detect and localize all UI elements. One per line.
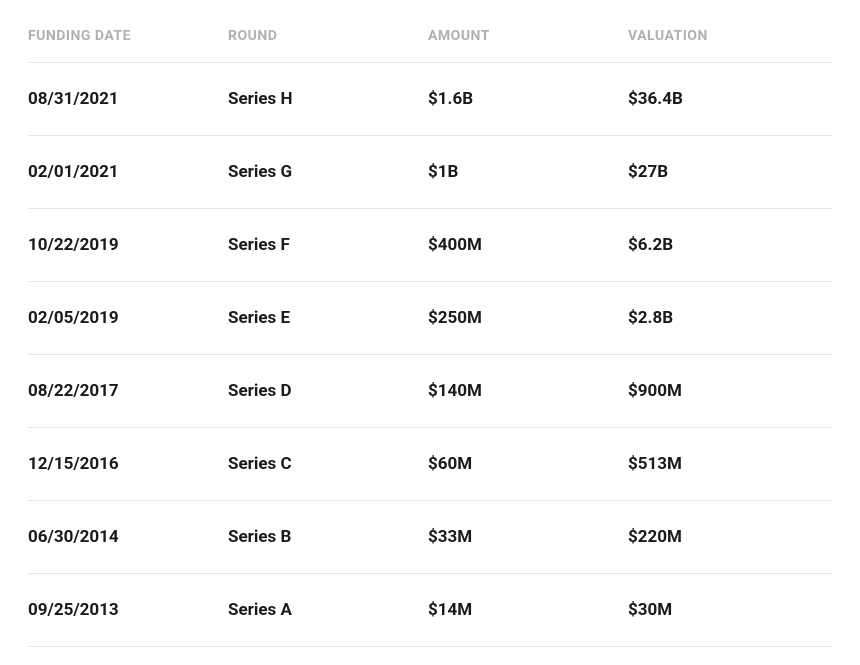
cell-valuation: $36.4B [628, 89, 832, 109]
cell-amount: $1B [428, 162, 628, 182]
cell-round: Series A [228, 600, 428, 620]
header-round: ROUND [228, 28, 428, 44]
cell-valuation: $513M [628, 454, 832, 474]
cell-valuation: $900M [628, 381, 832, 401]
header-valuation: VALUATION [628, 28, 832, 44]
cell-round: Series D [228, 381, 428, 401]
table-row: 06/30/2014 Series B $33M $220M [28, 501, 832, 574]
table-row: 08/31/2021 Series H $1.6B $36.4B [28, 63, 832, 136]
cell-funding-date: 06/30/2014 [28, 527, 228, 547]
header-amount: AMOUNT [428, 28, 628, 44]
table-row: 02/01/2021 Series G $1B $27B [28, 136, 832, 209]
cell-round: Series E [228, 308, 428, 328]
cell-valuation: $220M [628, 527, 832, 547]
cell-round: Series B [228, 527, 428, 547]
cell-round: Series G [228, 162, 428, 182]
cell-funding-date: 02/01/2021 [28, 162, 228, 182]
table-row: 12/15/2016 Series C $60M $513M [28, 428, 832, 501]
cell-amount: $250M [428, 308, 628, 328]
cell-valuation: $6.2B [628, 235, 832, 255]
table-row: 02/05/2019 Series E $250M $2.8B [28, 282, 832, 355]
cell-round: Series F [228, 235, 428, 255]
table-row: 10/22/2019 Series F $400M $6.2B [28, 209, 832, 282]
cell-amount: $140M [428, 381, 628, 401]
cell-funding-date: 12/15/2016 [28, 454, 228, 474]
cell-valuation: $27B [628, 162, 832, 182]
cell-valuation: $30M [628, 600, 832, 620]
cell-valuation: $2.8B [628, 308, 832, 328]
cell-round: Series H [228, 89, 428, 109]
table-row: 09/25/2013 Series A $14M $30M [28, 574, 832, 647]
table-header-row: FUNDING DATE ROUND AMOUNT VALUATION [28, 28, 832, 63]
cell-amount: $14M [428, 600, 628, 620]
cell-funding-date: 10/22/2019 [28, 235, 228, 255]
cell-funding-date: 02/05/2019 [28, 308, 228, 328]
cell-amount: $33M [428, 527, 628, 547]
table-row: 08/22/2017 Series D $140M $900M [28, 355, 832, 428]
cell-amount: $60M [428, 454, 628, 474]
header-funding-date: FUNDING DATE [28, 28, 228, 44]
cell-round: Series C [228, 454, 428, 474]
funding-table: FUNDING DATE ROUND AMOUNT VALUATION 08/3… [28, 28, 832, 647]
cell-amount: $400M [428, 235, 628, 255]
cell-amount: $1.6B [428, 89, 628, 109]
cell-funding-date: 09/25/2013 [28, 600, 228, 620]
cell-funding-date: 08/31/2021 [28, 89, 228, 109]
cell-funding-date: 08/22/2017 [28, 381, 228, 401]
